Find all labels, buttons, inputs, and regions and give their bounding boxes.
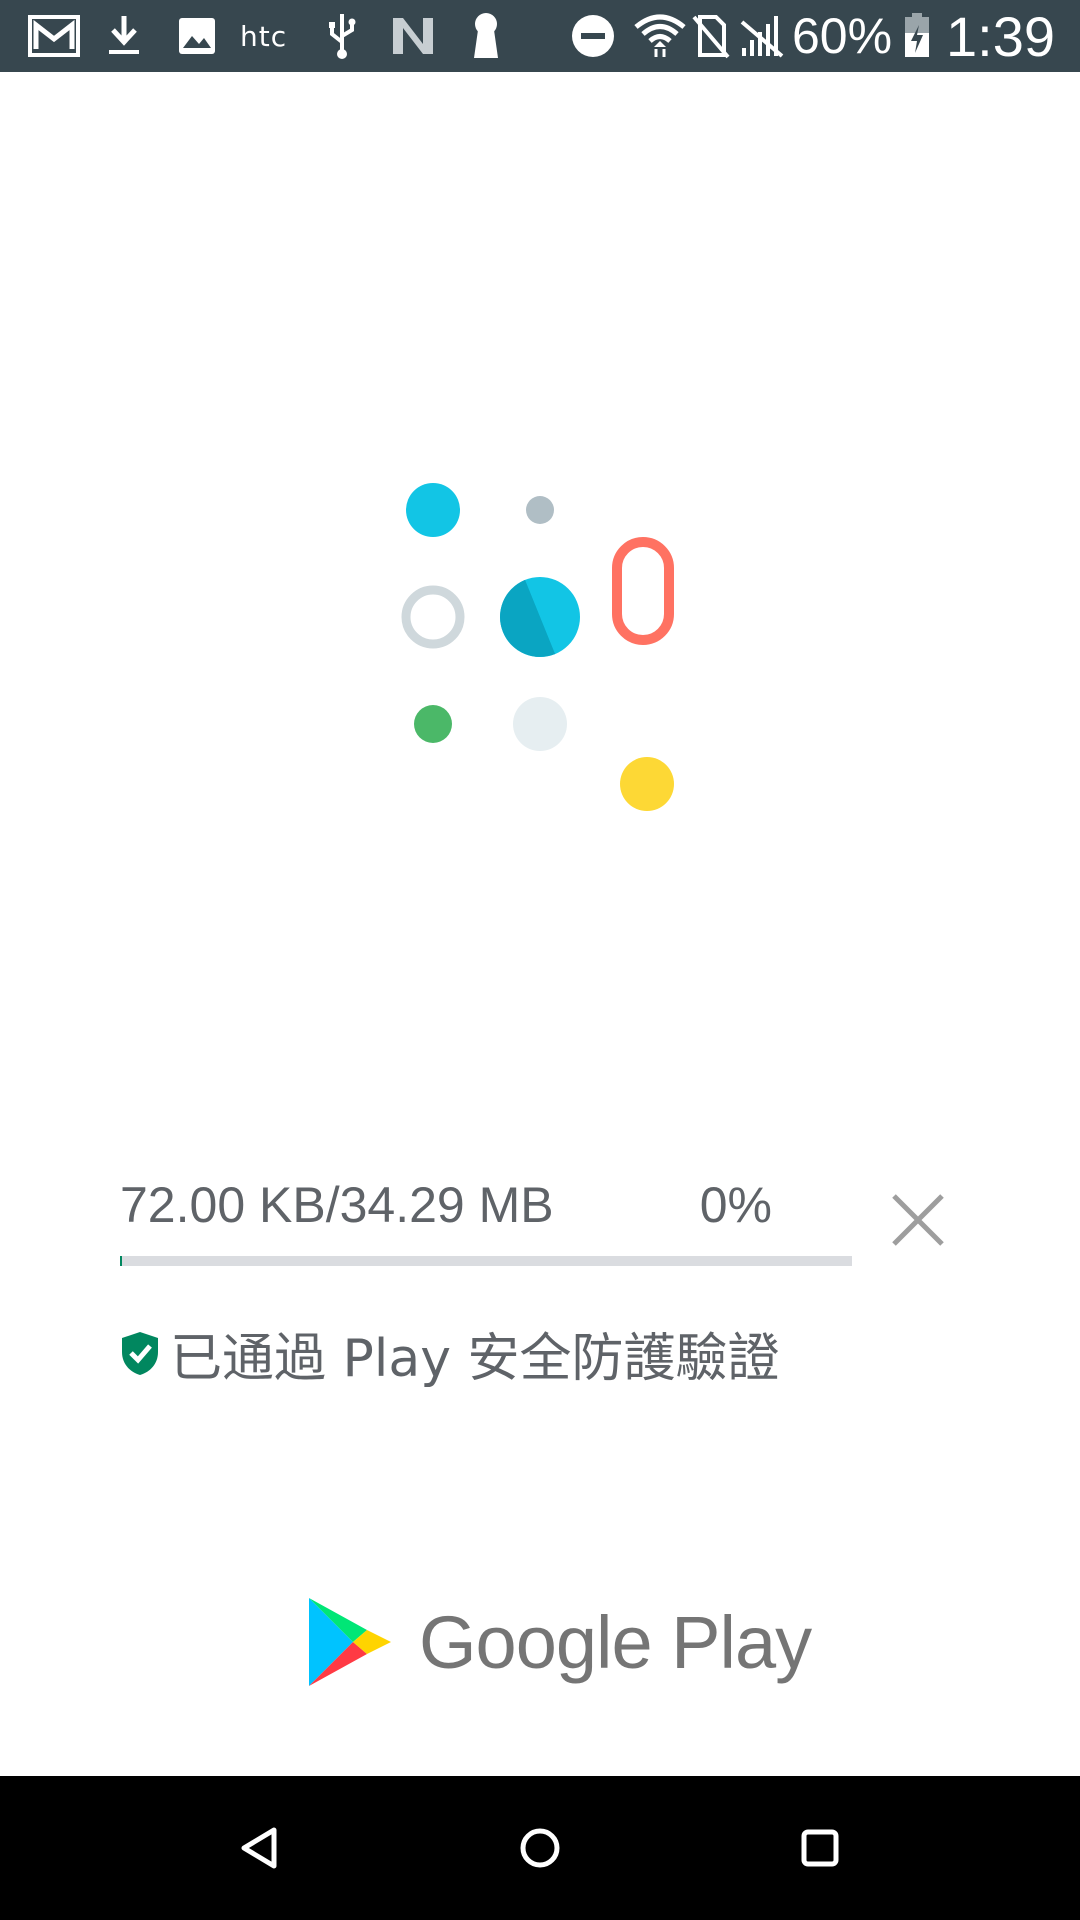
google-play-icon (309, 1598, 391, 1686)
recents-icon (801, 1829, 839, 1867)
download-size: 72.00 KB/34.29 MB (120, 1177, 554, 1233)
back-icon (241, 1827, 277, 1869)
clock: 1:39 (946, 4, 1055, 68)
battery-charging-icon (900, 0, 934, 72)
app-dots-logo (395, 475, 685, 815)
navigation-bar (0, 1776, 1080, 1920)
shield-check-icon (122, 1332, 158, 1375)
verified-label: 已通過 Play 安全防護驗證 (170, 1328, 780, 1389)
status-bar: htc 60% 1:39 (0, 0, 1080, 72)
n-icon (388, 0, 438, 72)
download-progress-section: 72.00 KB/34.29 MB 0% (120, 1160, 950, 1280)
play-protect-verified: 已通過 Play 安全防護驗證 (120, 1318, 780, 1389)
progress-bar (120, 1256, 852, 1266)
google-play-logo: Google Play (305, 1592, 812, 1692)
progress-fill (120, 1256, 122, 1266)
dnd-icon (568, 0, 618, 72)
htc-icon: htc (240, 19, 288, 53)
download-percent: 0% (699, 1177, 772, 1233)
gallery-icon (172, 0, 222, 72)
cancel-download-button[interactable] (876, 1178, 960, 1262)
download-icon (104, 0, 144, 72)
no-sim-icon (690, 0, 732, 72)
keyhole-icon (466, 0, 506, 72)
no-signal-icon (738, 0, 786, 72)
google-play-text: Google Play (419, 1600, 812, 1684)
recents-button[interactable] (780, 1808, 860, 1888)
battery-percent: 60% (792, 8, 893, 64)
gmail-icon (24, 0, 84, 72)
wifi-icon (632, 0, 688, 72)
close-icon (892, 1194, 944, 1246)
back-button[interactable] (220, 1808, 300, 1888)
home-icon (520, 1828, 560, 1868)
home-button[interactable] (500, 1808, 580, 1888)
usb-icon (322, 0, 362, 72)
